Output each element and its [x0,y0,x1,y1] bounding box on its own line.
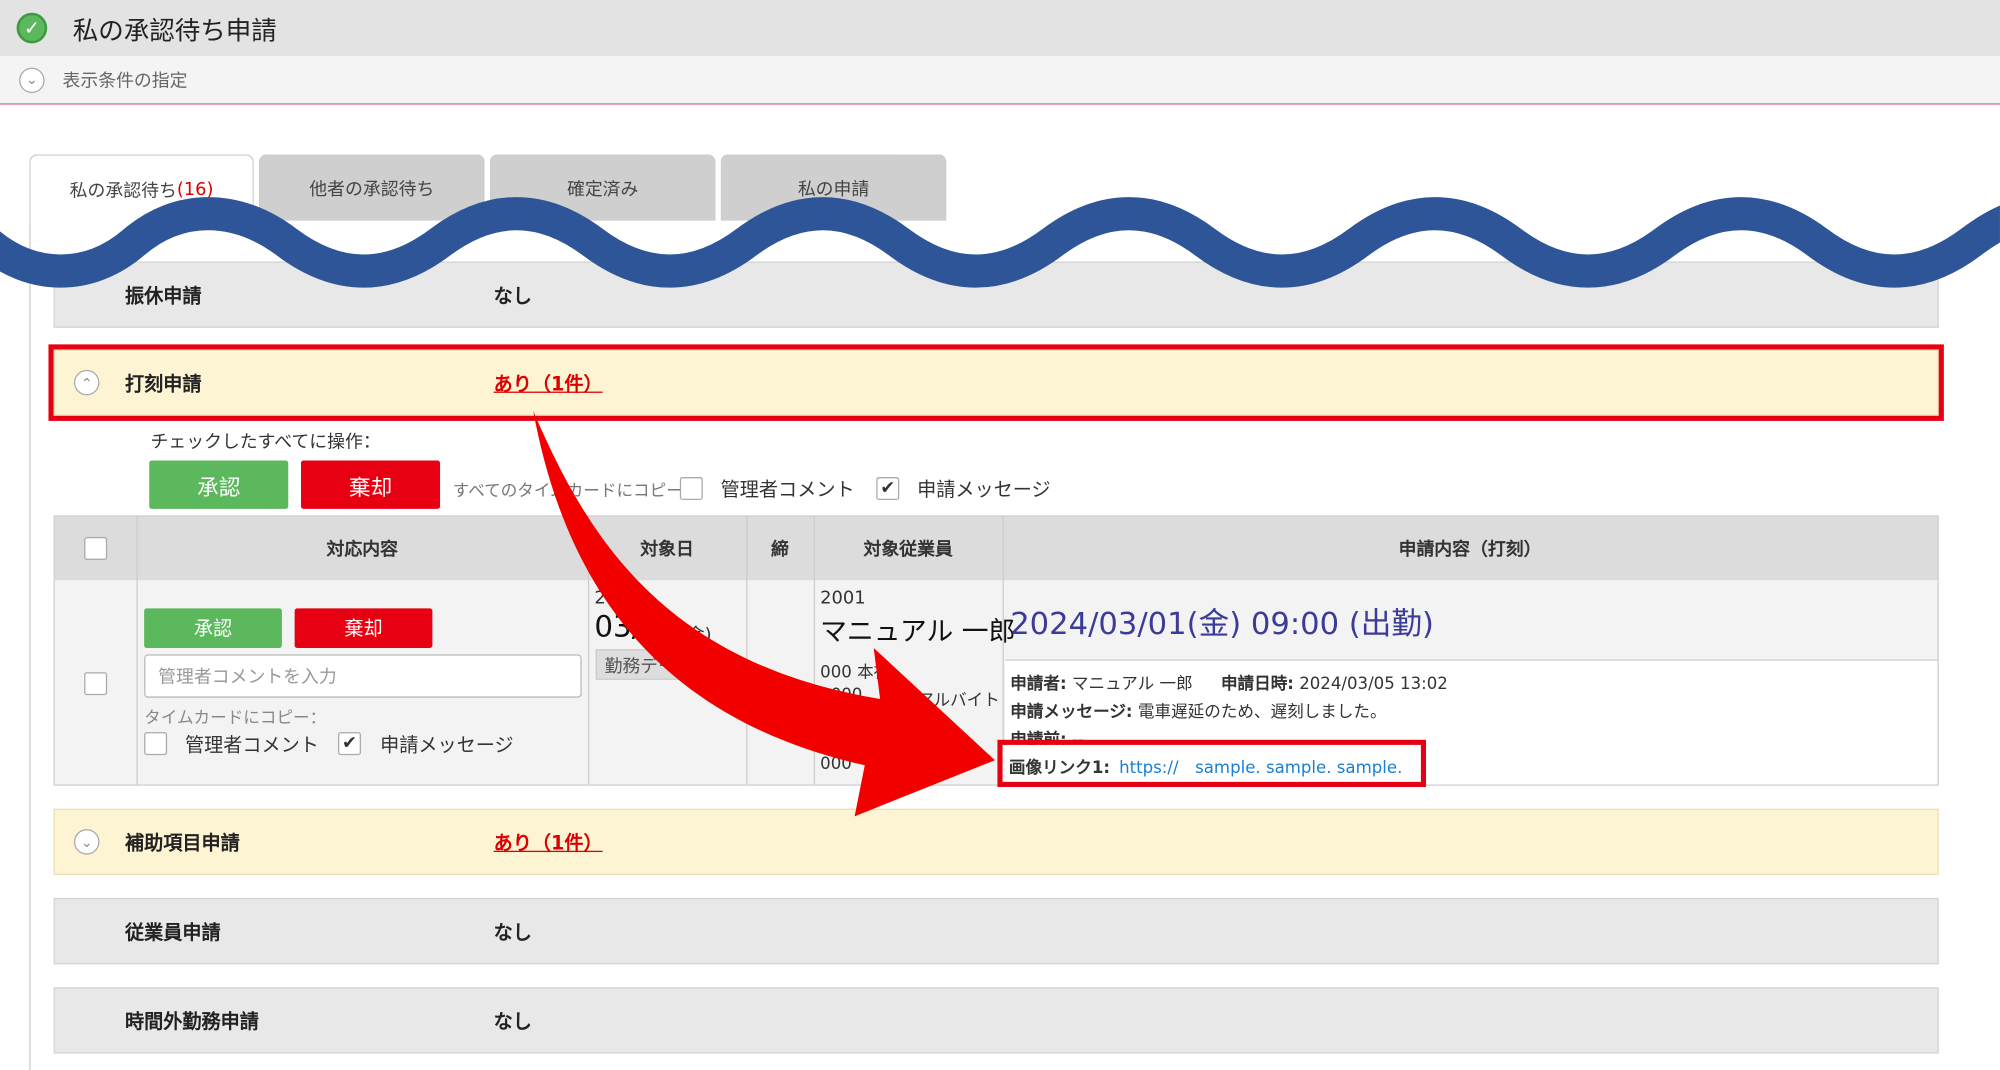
header-date: 対象日 [640,539,694,560]
filter-label: 表示条件の指定 [62,70,188,92]
message-line: 申請メッセージ: 電車遅延のため、遅刻しました。 [1010,698,1386,722]
section-status: なし [493,920,532,944]
row-admin-comment-checkbox[interactable] [144,732,168,756]
date-dow: (金) [679,624,712,646]
bulk-request-message-label: 申請メッセージ [917,478,1051,502]
row-approve-button[interactable]: 承認 [144,608,282,648]
employee-type: アルバイト [917,691,1000,711]
employee-name: マニュアル 一郎 [820,616,1016,647]
message-value: 電車遅延のため、遅刻しました。 [1137,702,1387,722]
bulk-ops-label: チェックしたすべてに操作： [150,432,381,453]
section-row-aux[interactable]: ⌄ 補助項目申請 あり（1件） [53,808,1939,875]
section-row-overtime[interactable]: 時間外勤務申請 なし [53,987,1939,1054]
check-circle-icon: ✓ [16,12,48,44]
applied-at-label: 申請日時: [1220,674,1294,694]
row-request-message-checkbox[interactable]: ✔ [338,732,361,756]
applicant-line: 申請者: マニュアル 一郎 申請日時: 2024/03/05 13:02 [1010,670,1448,694]
applied-at-value: 2024/03/05 13:02 [1299,674,1448,694]
filter-toggle[interactable]: ⌄ 表示条件の指定 [0,56,2000,105]
punch-headline: 2024/03/01(金) 09:00 (出勤) [1010,605,1434,642]
date-main: 03/0 [594,610,661,645]
requests-table: 対応内容 対象日 締 対象従業員 申請内容（打刻） 承認 棄却 管理者コメントを… [53,515,1939,786]
section-status: なし [493,1009,532,1033]
chevron-down-icon[interactable]: ⌄ [73,829,100,855]
date-year: 202 [594,588,629,609]
section-status-link[interactable]: あり（1件） [494,828,603,855]
bulk-reject-button[interactable]: 棄却 [301,460,441,509]
highlight-box [48,344,1944,421]
header-close: 締 [771,539,789,560]
employee-extra: 000 [820,755,852,775]
section-name: 時間外勤務申請 [124,1009,259,1033]
wave-divider [0,197,2000,288]
header-action: 対応内容 [326,539,398,560]
applicant-value: マニュアル 一郎 [1071,674,1193,694]
section-name: 補助項目申請 [124,830,240,854]
select-all-checkbox[interactable] [84,536,108,560]
employee-code: 2001 [820,588,866,609]
row-reject-button[interactable]: 棄却 [294,608,433,648]
message-label: 申請メッセージ: [1010,702,1133,722]
bulk-admin-comment-checkbox[interactable] [679,477,703,500]
bulk-approve-button[interactable]: 承認 [149,460,289,509]
row-copy-label: タイムカードにコピー： [144,709,327,729]
admin-comment-input[interactable]: 管理者コメントを入力 [144,654,582,698]
bulk-request-message-checkbox[interactable]: ✔ [876,477,900,500]
bulk-copy-label: すべてのタイムカードにコピー： [452,482,700,502]
header-employee: 対象従業員 [863,539,953,560]
work-data-button[interactable]: 勤務デー [595,649,685,680]
applicant-label: 申請者: [1010,674,1067,694]
row-checkbox[interactable] [84,672,108,696]
title-bar: ✓ 私の承認待ち申請 [0,0,2000,57]
employee-type-code: 2000 [820,686,863,706]
check-icon: ✔ [880,478,896,499]
highlight-box [997,739,1427,787]
app-window: ✓ 私の承認待ち申請 ⌄ 表示条件の指定 私の承認待ち (16) 他者の承認待ち … [0,0,2000,1070]
section-name: 従業員申請 [124,920,221,944]
section-row-employee[interactable]: 従業員申請 なし [53,897,1939,965]
chevron-down-icon[interactable]: ⌄ [19,66,45,93]
bulk-admin-comment-label: 管理者コメント [720,478,855,502]
page-title: 私の承認待ち申請 [72,14,277,46]
employee-dept: 000 本社 [820,663,891,683]
header-content: 申請内容（打刻） [1398,539,1542,560]
row-admin-comment-label: 管理者コメント [184,733,319,757]
check-icon: ✔ [341,733,357,754]
row-request-message-label: 申請メッセージ [380,733,514,757]
